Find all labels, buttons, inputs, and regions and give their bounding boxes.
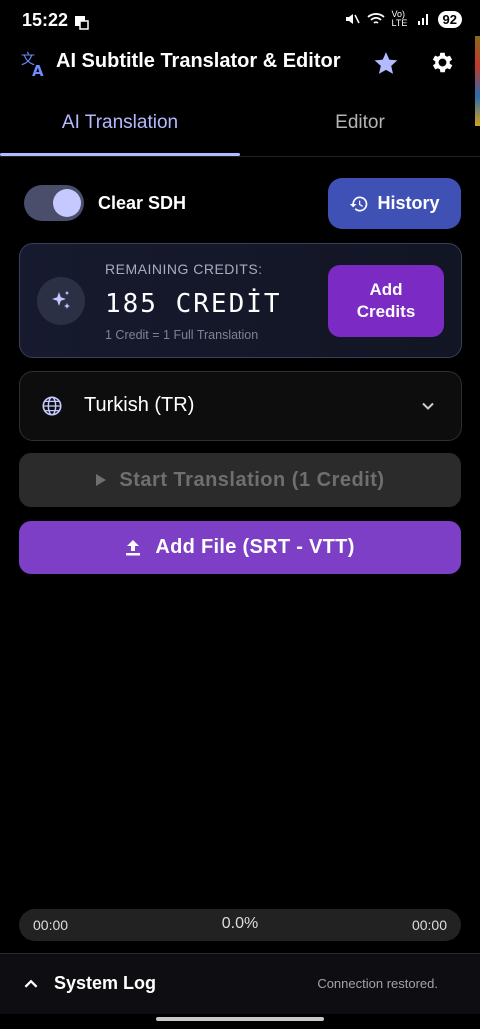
language-select[interactable]: Turkish (TR) [19,371,462,441]
clear-sdh-toggle[interactable] [24,185,84,221]
battery-icon: 92 [437,10,462,28]
status-time: 15:22 [22,10,69,30]
tab-divider [0,156,480,157]
signal-icon [417,14,428,25]
app-title: AI Subtitle Translator & Editor [56,50,341,72]
history-label: History [377,193,440,213]
network-label: Vo) LTE [391,9,408,28]
tab-editor[interactable]: Editor [240,112,480,134]
toggle-knob [53,189,81,217]
status-bar: 15:22 Vo) LTE 92 [0,0,480,40]
sparkle-icon [52,291,70,309]
globe-icon [42,396,62,416]
add-file-button[interactable]: Add File (SRT - VTT) [19,521,461,574]
add-file-label: Add File (SRT - VTT) [155,536,355,558]
upload-icon [126,539,141,555]
tab-ai-translation[interactable]: AI Translation [0,112,240,134]
clear-sdh-label: Clear SDH [98,193,187,213]
add-credits-button[interactable]: Add Credits [328,265,444,337]
history-icon [350,195,368,211]
start-translation-label: Start Translation (1 Credit) [119,468,385,491]
progress-bar: 00:00 0.0% 00:00 [19,909,461,941]
mute-icon [345,14,360,24]
add-credits-label: Add Credits [356,280,416,321]
credits-value: 185 CREDİT [105,289,282,319]
progress-percent: 0.0% [221,915,259,932]
system-log-bar[interactable]: System Log Connection restored. [0,954,480,1014]
home-indicator[interactable] [156,1017,324,1021]
sparkle-icon-container [37,277,85,325]
translate-icon: 文 A [21,52,44,78]
star-icon[interactable] [373,50,399,76]
wifi-icon [366,13,385,24]
credits-card: REMAINING CREDITS: 185 CREDİT 1 Credit =… [19,243,462,358]
status-icons: Vo) LTE 92 [344,10,462,28]
language-value: Turkish (TR) [84,394,195,416]
progress-remaining: 00:00 [411,917,447,933]
gear-icon[interactable] [429,49,456,76]
svg-text:A: A [32,62,44,78]
chevron-up-icon [24,979,38,988]
history-button[interactable]: History [328,178,461,229]
system-log-title: System Log [54,973,157,993]
notification-icon [75,16,89,30]
start-translation-button[interactable]: Start Translation (1 Credit) [19,453,461,507]
credits-heading: REMAINING CREDITS: [105,261,263,277]
chevron-down-icon [422,402,434,410]
play-icon [96,474,107,486]
system-log-status: Connection restored. [317,976,438,991]
credits-note: 1 Credit = 1 Full Translation [105,328,259,342]
